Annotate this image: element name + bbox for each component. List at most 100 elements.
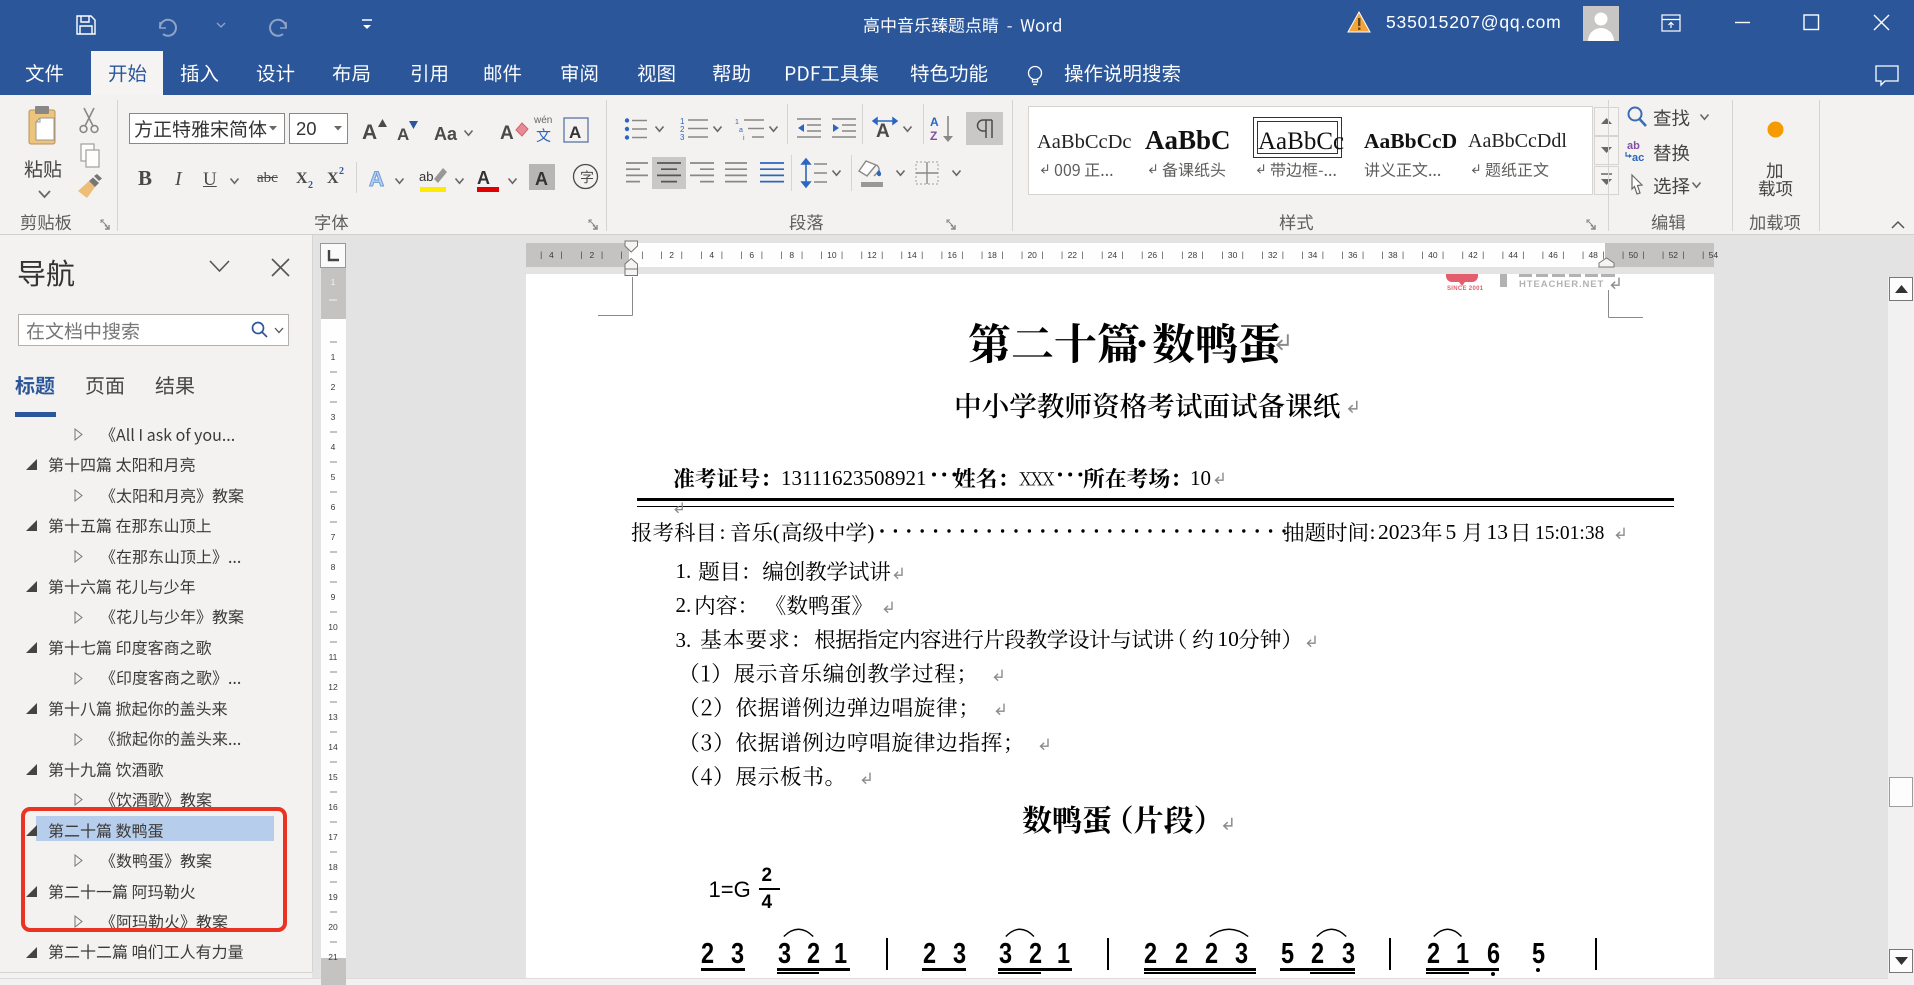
svg-text:A: A xyxy=(876,121,890,142)
svg-text:|: | xyxy=(1362,251,1364,260)
svg-text:3: 3 xyxy=(331,412,336,422)
svg-text:|: | xyxy=(1582,251,1584,260)
svg-text:1: 1 xyxy=(331,352,336,362)
svg-text:|: | xyxy=(1242,251,1244,260)
svg-text:|: | xyxy=(981,251,983,260)
svg-text:|: | xyxy=(1021,251,1023,260)
svg-text:|: | xyxy=(1081,251,1083,260)
svg-text:|: | xyxy=(881,251,883,260)
svg-text:14: 14 xyxy=(328,742,338,752)
svg-text:|: | xyxy=(1442,251,1444,260)
svg-text:8: 8 xyxy=(789,250,794,260)
svg-text:32: 32 xyxy=(1268,250,1278,260)
svg-text:|: | xyxy=(1402,251,1404,260)
svg-text:2: 2 xyxy=(669,250,674,260)
svg-text:|: | xyxy=(561,251,563,260)
svg-text:|: | xyxy=(1261,251,1263,260)
svg-text:|: | xyxy=(761,251,763,260)
svg-text:18: 18 xyxy=(987,250,997,260)
svg-text:6: 6 xyxy=(749,250,754,260)
svg-text:|: | xyxy=(601,251,603,260)
svg-text:ac: ac xyxy=(1632,152,1644,164)
svg-text:18: 18 xyxy=(328,862,338,872)
svg-text:|: | xyxy=(841,251,843,260)
svg-text:9: 9 xyxy=(331,592,336,602)
svg-text:|: | xyxy=(660,251,662,260)
svg-text:|: | xyxy=(1162,251,1164,260)
svg-text:4: 4 xyxy=(331,442,336,452)
svg-text:Z: Z xyxy=(930,129,937,143)
svg-text:20: 20 xyxy=(328,922,338,932)
svg-text:50: 50 xyxy=(1629,250,1639,260)
svg-text:|: | xyxy=(540,251,542,260)
svg-text:19: 19 xyxy=(328,892,338,902)
svg-text:1: 1 xyxy=(735,119,739,126)
svg-text:13: 13 xyxy=(328,712,338,722)
svg-text:10: 10 xyxy=(827,250,837,260)
svg-text:|: | xyxy=(1382,251,1384,260)
svg-text:4: 4 xyxy=(709,250,714,260)
svg-text:52: 52 xyxy=(1669,250,1679,260)
svg-text:ab: ab xyxy=(1627,140,1640,152)
svg-text:|: | xyxy=(1642,251,1644,260)
svg-text:|: | xyxy=(801,251,803,260)
svg-text:3: 3 xyxy=(680,133,685,142)
svg-text:|: | xyxy=(1101,251,1103,260)
svg-text:|: | xyxy=(861,251,863,260)
svg-text:|: | xyxy=(1542,251,1544,260)
svg-text:|: | xyxy=(1682,251,1684,260)
svg-text:12: 12 xyxy=(328,682,338,692)
svg-text:2: 2 xyxy=(590,250,595,260)
svg-text:|: | xyxy=(921,251,923,260)
svg-text:6: 6 xyxy=(331,502,336,512)
svg-text:40: 40 xyxy=(1428,250,1438,260)
svg-text:|: | xyxy=(1562,251,1564,260)
svg-text:|: | xyxy=(1482,251,1484,260)
svg-text:14: 14 xyxy=(907,250,917,260)
svg-text:26: 26 xyxy=(1148,250,1158,260)
svg-text:12: 12 xyxy=(867,250,877,260)
svg-text:17: 17 xyxy=(328,832,338,842)
svg-text:1: 1 xyxy=(331,277,336,287)
svg-text:|: | xyxy=(1462,251,1464,260)
svg-text:30: 30 xyxy=(1228,250,1238,260)
svg-text:|: | xyxy=(901,251,903,260)
svg-text:7: 7 xyxy=(331,532,336,542)
svg-text:46: 46 xyxy=(1548,250,1558,260)
svg-text:|: | xyxy=(1202,251,1204,260)
svg-text:36: 36 xyxy=(1348,250,1358,260)
svg-text:|: | xyxy=(1181,251,1183,260)
svg-text:38: 38 xyxy=(1388,250,1398,260)
svg-text:|: | xyxy=(681,251,683,260)
svg-text:|: | xyxy=(1422,251,1424,260)
svg-text:|: | xyxy=(1041,251,1043,260)
svg-text:|: | xyxy=(941,251,943,260)
svg-text:48: 48 xyxy=(1588,250,1598,260)
svg-text:|: | xyxy=(1322,251,1324,260)
svg-text:|: | xyxy=(1122,251,1124,260)
svg-text:|: | xyxy=(620,251,622,260)
svg-text:44: 44 xyxy=(1508,250,1518,260)
svg-text:15: 15 xyxy=(328,772,338,782)
svg-text:11: 11 xyxy=(329,652,338,662)
svg-text:16: 16 xyxy=(328,802,338,812)
svg-text:28: 28 xyxy=(1188,250,1198,260)
svg-text:|: | xyxy=(1141,251,1143,260)
svg-text:|: | xyxy=(581,251,583,260)
svg-text:8: 8 xyxy=(331,562,336,572)
svg-text:|: | xyxy=(641,251,643,260)
svg-text:A: A xyxy=(930,115,939,129)
svg-text:|: | xyxy=(961,251,963,260)
svg-text:34: 34 xyxy=(1308,250,1318,260)
svg-text:|: | xyxy=(700,251,702,260)
svg-text:24: 24 xyxy=(1108,250,1118,260)
svg-text:|: | xyxy=(781,251,783,260)
svg-text:22: 22 xyxy=(1068,250,1078,260)
svg-text:16: 16 xyxy=(947,250,957,260)
svg-text:|: | xyxy=(1342,251,1344,260)
svg-text:42: 42 xyxy=(1468,250,1478,260)
svg-text:|: | xyxy=(1622,251,1624,260)
svg-text:|: | xyxy=(740,251,742,260)
svg-text:|: | xyxy=(1001,251,1003,260)
svg-text:|: | xyxy=(1702,251,1704,260)
